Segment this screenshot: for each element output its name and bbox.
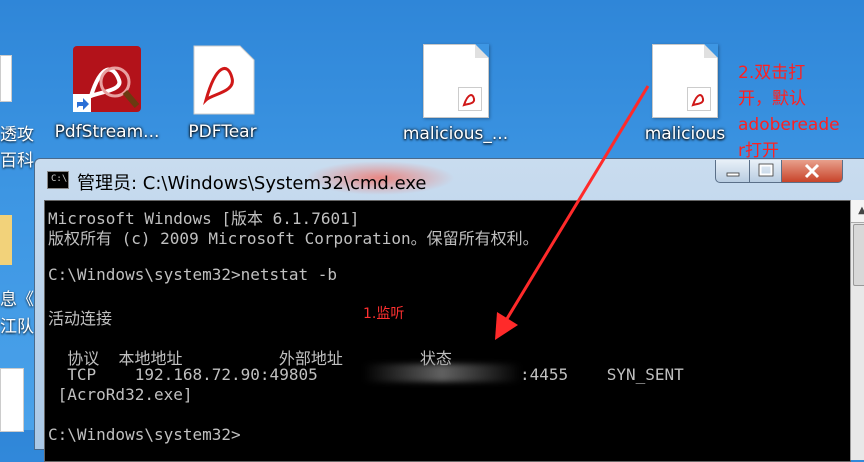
pdfstream-label: PdfStream... [54,122,160,142]
pdftear-label: PDFTear [188,122,257,142]
minimize-button[interactable] [715,160,751,183]
partial-file-icon[interactable] [0,55,12,102]
console-line: C:\Windows\system32>netstat -b [48,265,337,284]
console-line: [AcroRd32.exe] [48,385,193,404]
desktop-icon-pdfstream[interactable]: PdfStream... [52,44,162,142]
annotation-line: adobereade [738,115,840,135]
pdf-file-icon [652,44,718,118]
close-button[interactable] [781,160,843,183]
pdfstream-icon [71,44,143,116]
annotation-double-click: 2.双击打 开，默认 adobereade r打开 [738,60,864,164]
desktop-icon-pdftear[interactable]: PDFTear [170,44,275,142]
minimize-icon [726,172,740,177]
annotation-line: 开，默认 [738,89,806,109]
console-line: C:\Windows\system32> [48,425,241,444]
partial-icon-label-1[interactable]: 透攻 [0,120,34,145]
maximize-button[interactable] [749,160,783,183]
console-line: 活动连接 [48,309,113,328]
console-line: 版权所有 (c) 2009 Microsoft Corporation。保留所有… [48,229,539,248]
malicious-label: malicious [644,124,726,144]
close-icon [804,163,820,179]
desktop-icon-malicious-underscore[interactable]: malicious_... [398,44,513,144]
annotation-line: 2.双击打 [738,63,806,83]
scroll-thumb[interactable] [853,224,864,286]
vertical-scrollbar[interactable]: ▲ [850,200,864,460]
partial-icon-label-4[interactable]: 江队 [0,312,34,337]
maximize-icon [758,163,774,177]
desktop-icon-malicious[interactable]: malicious [630,44,740,144]
scroll-up-icon[interactable]: ▲ [851,200,864,223]
cmd-icon[interactable]: C:\ [47,171,69,189]
window-title: 管理员: C:\Windows\System32\cmd.exe [77,173,427,194]
annotation-listen: 1.监听 [363,306,405,322]
cmd-window[interactable]: C:\ 管理员: C:\Windows\System32\cmd.exe Mic… [34,158,864,462]
partial-file-icon[interactable] [0,215,12,265]
pdf-document-icon [190,44,256,116]
title-bar[interactable]: C:\ 管理员: C:\Windows\System32\cmd.exe [35,159,864,199]
partial-file-icon[interactable] [0,368,24,432]
partial-icon-label-3[interactable]: 息《 [0,285,34,310]
malicious-underscore-label: malicious_... [402,124,509,144]
pdf-file-icon [422,44,489,118]
redacted-address [363,364,521,382]
console-output[interactable]: Microsoft Windows [版本 6.1.7601] 版权所有 (c)… [44,200,851,462]
